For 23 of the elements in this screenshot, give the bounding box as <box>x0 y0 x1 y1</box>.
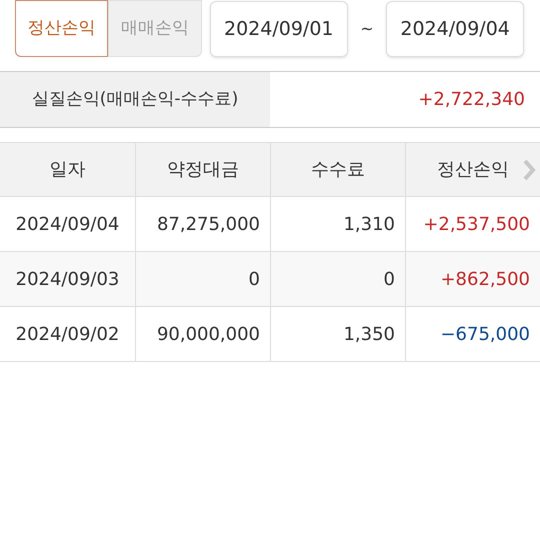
table-cell: +2,537,500 <box>405 197 540 251</box>
table-cell: 1,310 <box>270 197 405 251</box>
summary-label: 실질손익(매매손익-수수료) <box>0 72 270 127</box>
date-field[interactable]: 2024/09/04 <box>386 1 524 57</box>
column-header: 약정대금 <box>135 143 270 196</box>
date-field[interactable]: 2024/09/01 <box>210 1 348 57</box>
table-cell-text: 2024/09/02 <box>14 322 120 346</box>
table-cell: 90,000,000 <box>135 307 270 361</box>
tab[interactable]: 정산손익 <box>15 0 108 57</box>
table-cell: 1,350 <box>270 307 405 361</box>
table-cell: 0 <box>135 252 270 306</box>
chevron-right-icon[interactable] <box>522 158 536 182</box>
table-cell: +862,500 <box>405 252 540 306</box>
column-header: 정산손익 <box>405 143 540 196</box>
range-separator: ~ <box>359 18 375 40</box>
table-cell-text: 2024/09/03 <box>14 268 120 292</box>
summary-value: +2,722,340 <box>417 88 526 112</box>
table-cell-text: 2024/09/04 <box>14 212 120 236</box>
column-header: 수수료 <box>270 143 405 196</box>
table-cell: 0 <box>270 252 405 306</box>
table-cell: 87,275,000 <box>135 197 270 251</box>
table-cell: −675,000 <box>405 307 540 361</box>
column-header: 일자 <box>48 158 86 182</box>
